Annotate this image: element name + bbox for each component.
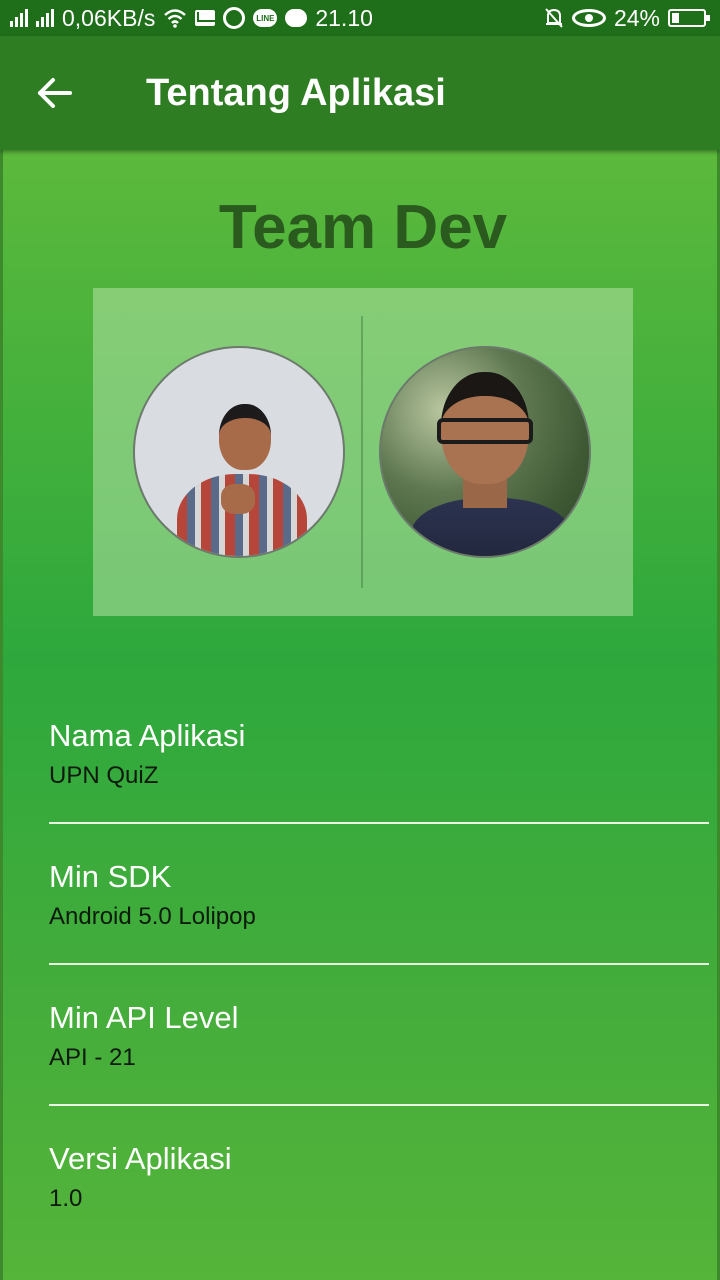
info-item-min-sdk: Min SDK Android 5.0 Lolipop <box>49 851 709 992</box>
wifi-icon <box>163 8 187 28</box>
about-content[interactable]: Team Dev Nama Aplikasi UPN QuiZ Min SDK … <box>0 150 720 1280</box>
app-bar: Tentang Aplikasi <box>0 36 720 150</box>
status-bar-right: 24% <box>544 4 710 32</box>
info-value: Android 5.0 Lolipop <box>49 903 256 930</box>
chat-icon <box>285 9 308 27</box>
mute-bell-icon <box>544 7 564 29</box>
divider <box>49 822 709 824</box>
info-label: Versi Aplikasi <box>49 1141 232 1176</box>
network-speed: 0,06KB/s <box>62 4 156 31</box>
back-button[interactable] <box>0 36 110 150</box>
page-title: Tentang Aplikasi <box>146 71 446 114</box>
divider <box>49 963 709 965</box>
info-item-min-api: Min API Level API - 21 <box>49 992 709 1133</box>
member-avatar-2[interactable] <box>379 346 591 558</box>
member-1-hand <box>221 484 255 514</box>
team-card <box>93 288 633 616</box>
app-info-list: Nama Aplikasi UPN QuiZ Min SDK Android 5… <box>49 710 709 1274</box>
whatsapp-icon <box>223 7 246 29</box>
signal-icon <box>36 9 54 27</box>
signal-icon <box>10 9 28 27</box>
info-value: API - 21 <box>49 1044 136 1071</box>
member-avatar-1[interactable] <box>133 346 345 558</box>
battery-percent: 24% <box>613 4 660 31</box>
arrow-left-icon <box>38 78 72 108</box>
eye-icon <box>571 9 606 27</box>
battery-fill <box>672 13 679 23</box>
clock: 21.10 <box>315 4 373 31</box>
info-label: Min SDK <box>49 859 172 894</box>
info-value: 1.0 <box>49 1185 83 1212</box>
glasses-icon <box>437 418 533 444</box>
info-item-version: Versi Aplikasi 1.0 <box>49 1133 709 1274</box>
status-bar: 0,06KB/s LINE 21.10 24% <box>0 0 720 36</box>
line-icon: LINE <box>253 9 278 27</box>
member-1-head <box>219 404 271 470</box>
info-label: Min API Level <box>49 1000 239 1035</box>
info-label: Nama Aplikasi <box>49 718 246 753</box>
info-value: UPN QuiZ <box>49 762 159 789</box>
divider <box>49 1104 709 1106</box>
mail-icon <box>195 10 218 26</box>
status-bar-left: 0,06KB/s LINE 21.10 <box>10 5 373 32</box>
avatar-divider <box>361 316 363 588</box>
battery-icon <box>668 9 710 27</box>
team-title: Team Dev <box>218 193 508 262</box>
info-item-app-name: Nama Aplikasi UPN QuiZ <box>49 710 709 851</box>
